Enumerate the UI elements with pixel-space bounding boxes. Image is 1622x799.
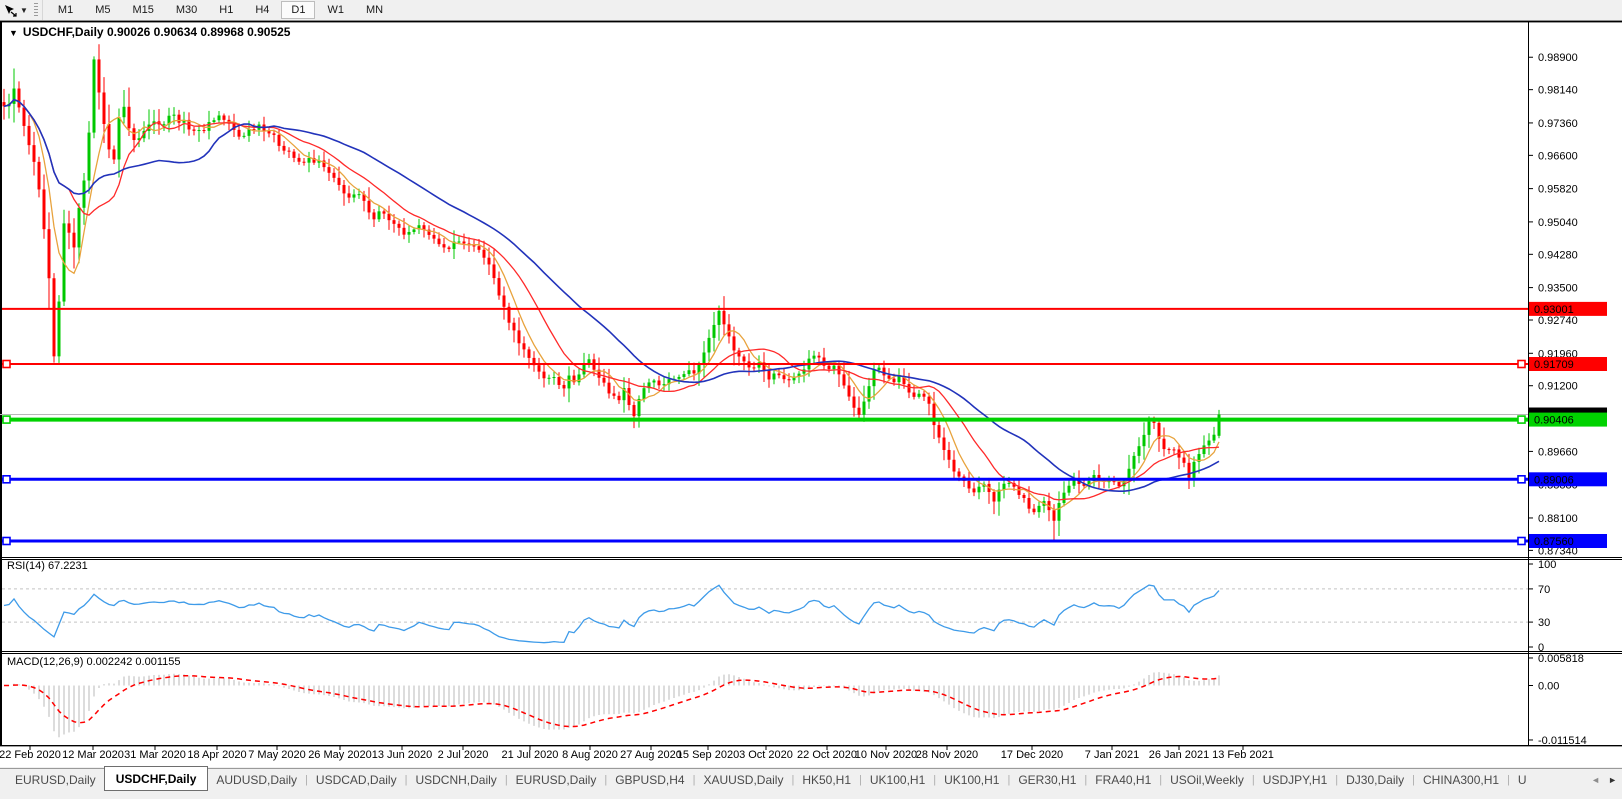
price-line-badge: 0.90406 (1529, 413, 1607, 427)
svg-text:0.91709: 0.91709 (1534, 359, 1574, 371)
date-label: 26 May 2020 (308, 749, 372, 761)
chart-tab-eurusd-daily[interactable]: EURUSD,Daily (7, 769, 104, 790)
chart-tab-bar: EURUSD,DailyUSDCHF,DailyAUDUSD,Daily|USD… (0, 768, 1622, 799)
macd-indicator-label: MACD(12,26,9) 0.002242 0.001155 (7, 656, 180, 668)
price-line-badge: 0.87560 (1529, 534, 1607, 548)
date-label: 27 Aug 2020 (620, 749, 682, 761)
chart-tab-uk100-h1[interactable]: UK100,H1 (862, 769, 933, 790)
hline-marker[interactable] (1518, 537, 1525, 544)
price-tick-label: 0.95820 (1538, 184, 1578, 196)
price-tick-label: 0.95040 (1538, 217, 1578, 229)
svg-text:0.90406: 0.90406 (1534, 415, 1574, 427)
price-line-badge: 0.89006 (1529, 472, 1607, 486)
chart-tab-uk100-h1[interactable]: UK100,H1 (936, 769, 1007, 790)
hline-marker[interactable] (3, 537, 10, 544)
date-label: 12 Mar 2020 (62, 749, 124, 761)
chart-tab-xauusd-daily[interactable]: XAUUSD,Daily (695, 769, 791, 790)
date-label: 10 Nov 2020 (855, 749, 917, 761)
chart-tabs: EURUSD,DailyUSDCHF,DailyAUDUSD,Daily|USD… (0, 769, 1622, 793)
date-label: 2 Jul 2020 (438, 749, 489, 761)
chart-tab-usdcad-daily[interactable]: USDCAD,Daily (308, 769, 405, 790)
date-label: 18 Apr 2020 (187, 749, 246, 761)
macd-tick-label: 0.00 (1538, 681, 1559, 693)
chart-tab-usoil-weekly[interactable]: USOil,Weekly (1162, 769, 1252, 790)
date-label: 22 Feb 2020 (0, 749, 61, 761)
chart-tab-ger30-h1[interactable]: GER30,H1 (1010, 769, 1084, 790)
rsi-tick-label: 70 (1538, 584, 1550, 596)
chart-tab-usdchf-daily[interactable]: USDCHF,Daily (104, 766, 209, 791)
price-tick-label: 0.93500 (1538, 283, 1578, 295)
date-label: 22 Oct 2020 (797, 749, 857, 761)
chart-tab-china300-h1[interactable]: CHINA300,H1 (1415, 769, 1507, 790)
terminal-window: { "toolbar": { "tool_icon": "crosshair-c… (0, 0, 1622, 799)
chart-tab-usdjpy-h1[interactable]: USDJPY,H1 (1255, 769, 1335, 790)
macd-tick-label: 0.005818 (1538, 653, 1584, 665)
date-label: 13 Jun 2020 (372, 749, 433, 761)
date-label: 13 Feb 2021 (1212, 749, 1274, 761)
date-label: 7 May 2020 (248, 749, 305, 761)
date-label: 7 Jan 2021 (1085, 749, 1139, 761)
date-label: 21 Jul 2020 (502, 749, 559, 761)
price-tick-label: 0.98900 (1538, 52, 1578, 64)
chart-canvas[interactable]: 0.98900 0.98140 0.97360 0.96600 0.95820 0.950… (0, 0, 1622, 768)
price-tick-label: 0.96600 (1538, 150, 1578, 162)
date-label: 3 Oct 2020 (739, 749, 793, 761)
price-tick-label: 0.92740 (1538, 315, 1578, 327)
date-label: 15 Sep 2020 (677, 749, 739, 761)
hline-marker[interactable] (1518, 361, 1525, 368)
price-line-badge: 0.93001 (1529, 302, 1607, 316)
hline-marker[interactable] (3, 476, 10, 483)
date-label: 26 Jan 2021 (1149, 749, 1210, 761)
chart-tab-dj30-daily[interactable]: DJ30,Daily (1338, 769, 1412, 790)
date-label: 17 Dec 2020 (1001, 749, 1063, 761)
hline-marker[interactable] (1518, 416, 1525, 423)
chart-tab-audusd-daily[interactable]: AUDUSD,Daily (208, 769, 305, 790)
hline-marker[interactable] (3, 361, 10, 368)
chart-tab-gbpusd-h4[interactable]: GBPUSD,H4 (607, 769, 692, 790)
chart-symbol-timeframe: USDCHF,Daily (23, 25, 104, 39)
macd-tick-label: -0.011514 (1538, 735, 1587, 747)
date-label: 28 Nov 2020 (916, 749, 978, 761)
hline-marker[interactable] (3, 416, 10, 423)
rsi-indicator-label: RSI(14) 67.2231 (7, 560, 88, 572)
price-tick-label: 0.94280 (1538, 249, 1578, 261)
svg-text:0.93001: 0.93001 (1534, 304, 1574, 316)
price-tick-label: 0.88100 (1538, 513, 1578, 525)
price-tick-label: 0.97360 (1538, 118, 1578, 130)
price-line-badge: 0.91709 (1529, 357, 1607, 371)
chart-tab-eurusd-daily[interactable]: EURUSD,Daily (508, 769, 605, 790)
chart-dropdown-icon[interactable]: ▼ (9, 28, 18, 38)
price-tick-label: 0.98140 (1538, 85, 1578, 97)
chart-tab-fra40-h1[interactable]: FRA40,H1 (1087, 769, 1159, 790)
chart-ohlc-values: 0.90026 0.90634 0.89968 0.90525 (107, 25, 291, 39)
chart-tab-overflow[interactable]: U (1510, 769, 1535, 790)
hline-marker[interactable] (1518, 476, 1525, 483)
price-tick-label: 0.91200 (1538, 381, 1578, 393)
chart-tab-hk50-h1[interactable]: HK50,H1 (794, 769, 859, 790)
rsi-tick-label: 100 (1538, 559, 1556, 571)
price-tick-label: 0.89660 (1538, 446, 1578, 458)
date-label: 8 Aug 2020 (562, 749, 618, 761)
tab-scroll-right-button[interactable]: ► (1608, 775, 1617, 785)
svg-text:0.87560: 0.87560 (1534, 536, 1574, 548)
tab-scroll-left-button[interactable]: ◄ (1591, 775, 1600, 785)
chart-title: ▼ USDCHF,Daily 0.90026 0.90634 0.89968 0.… (9, 25, 290, 39)
svg-text:0.89006: 0.89006 (1534, 474, 1574, 486)
chart-tab-usdcnh-daily[interactable]: USDCNH,Daily (407, 769, 504, 790)
rsi-tick-label: 30 (1538, 617, 1550, 629)
date-label: 31 Mar 2020 (124, 749, 186, 761)
